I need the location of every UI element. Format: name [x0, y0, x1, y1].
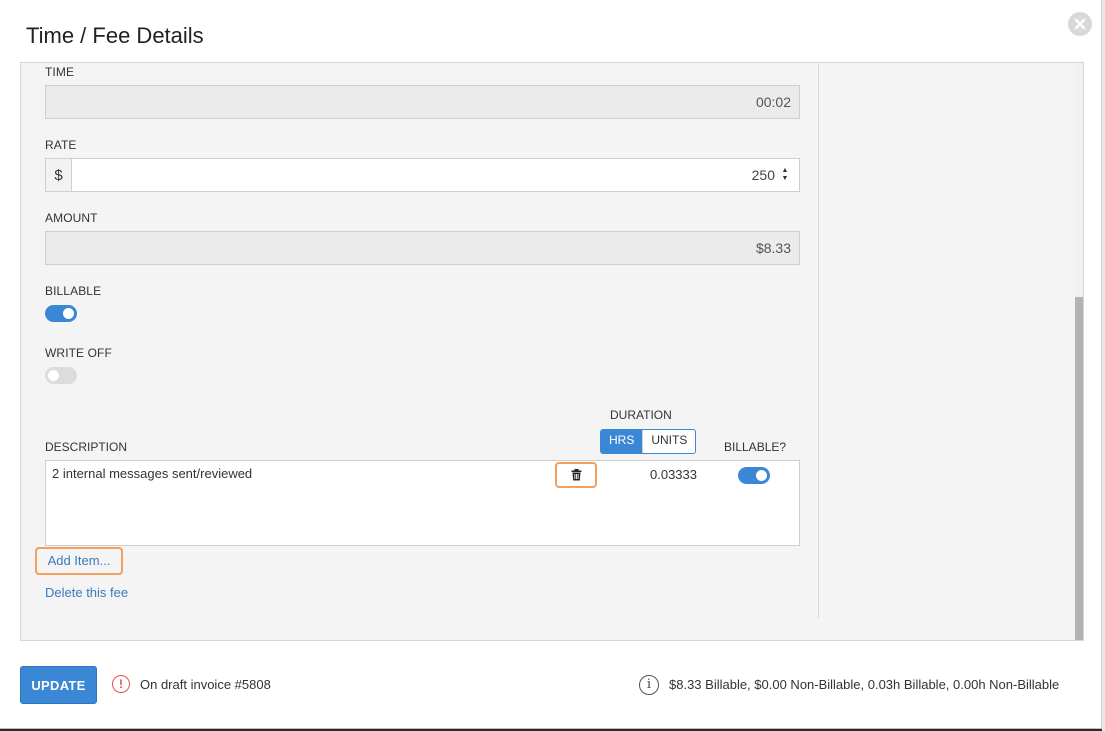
time-fee-modal: Time / Fee Details TIME 00:02 RATE $ ▲ ▼…: [0, 0, 1102, 729]
fee-details-scroll-pane[interactable]: TIME 00:02 RATE $ ▲ ▼ AMOUNT $8.33 BILLA…: [20, 62, 1084, 641]
scrollbar-thumb[interactable]: [1075, 297, 1083, 640]
close-icon[interactable]: [1068, 12, 1092, 36]
delete-fee-link[interactable]: Delete this fee: [45, 585, 128, 600]
modal-title: Time / Fee Details: [26, 23, 204, 48]
currency-addon: $: [46, 159, 72, 191]
info-icon: i: [639, 675, 659, 695]
stepper-up-icon[interactable]: ▲: [782, 167, 789, 175]
billable-label: BILLABLE: [45, 284, 102, 298]
duration-mode-switch: HRS UNITS: [600, 429, 697, 454]
write-off-toggle[interactable]: [45, 367, 77, 384]
billable-toggle[interactable]: [45, 305, 77, 322]
duration-header: DURATION: [610, 408, 672, 422]
billable-column-header: BILLABLE?: [724, 440, 787, 454]
time-field: 00:02: [45, 85, 800, 119]
duration-mode-units[interactable]: UNITS: [642, 430, 695, 453]
scrollbar-track[interactable]: [1075, 63, 1083, 640]
line-item-billable-toggle[interactable]: [738, 467, 770, 484]
duration-mode-hrs[interactable]: HRS: [601, 430, 643, 453]
line-item-description[interactable]: 2 internal messages sent/reviewed: [52, 466, 252, 481]
draft-invoice-notice: On draft invoice #5808: [140, 677, 271, 692]
fee-form: TIME 00:02 RATE $ ▲ ▼ AMOUNT $8.33 BILLA…: [21, 63, 818, 640]
write-off-label: WRITE OFF: [45, 346, 112, 360]
update-button[interactable]: UPDATE: [20, 666, 97, 704]
amount-label: AMOUNT: [45, 211, 98, 225]
toggle-knob: [756, 470, 767, 481]
time-label: TIME: [45, 65, 75, 79]
line-item-duration[interactable]: 0.03333: [650, 467, 697, 482]
description-header: DESCRIPTION: [45, 440, 128, 454]
rate-input-group: $ ▲ ▼: [45, 158, 800, 192]
add-item-link[interactable]: Add Item...: [35, 547, 123, 575]
line-items-box: 2 internal messages sent/reviewed 0.0333…: [45, 460, 800, 546]
rate-stepper-icon[interactable]: ▲ ▼: [779, 159, 799, 191]
close-icon-glyph: [1074, 18, 1086, 30]
billing-summary: $8.33 Billable, $0.00 Non-Billable, 0.03…: [669, 677, 1060, 692]
amount-field: $8.33: [45, 231, 800, 265]
toggle-knob: [48, 370, 59, 381]
toggle-knob: [63, 308, 74, 319]
delete-line-item-button[interactable]: [555, 462, 597, 488]
column-divider: [818, 63, 819, 618]
rate-input[interactable]: [72, 159, 779, 191]
trash-icon: [571, 469, 581, 481]
alert-circle-icon: !: [112, 675, 130, 693]
stepper-down-icon[interactable]: ▼: [782, 175, 789, 183]
rate-label: RATE: [45, 138, 77, 152]
